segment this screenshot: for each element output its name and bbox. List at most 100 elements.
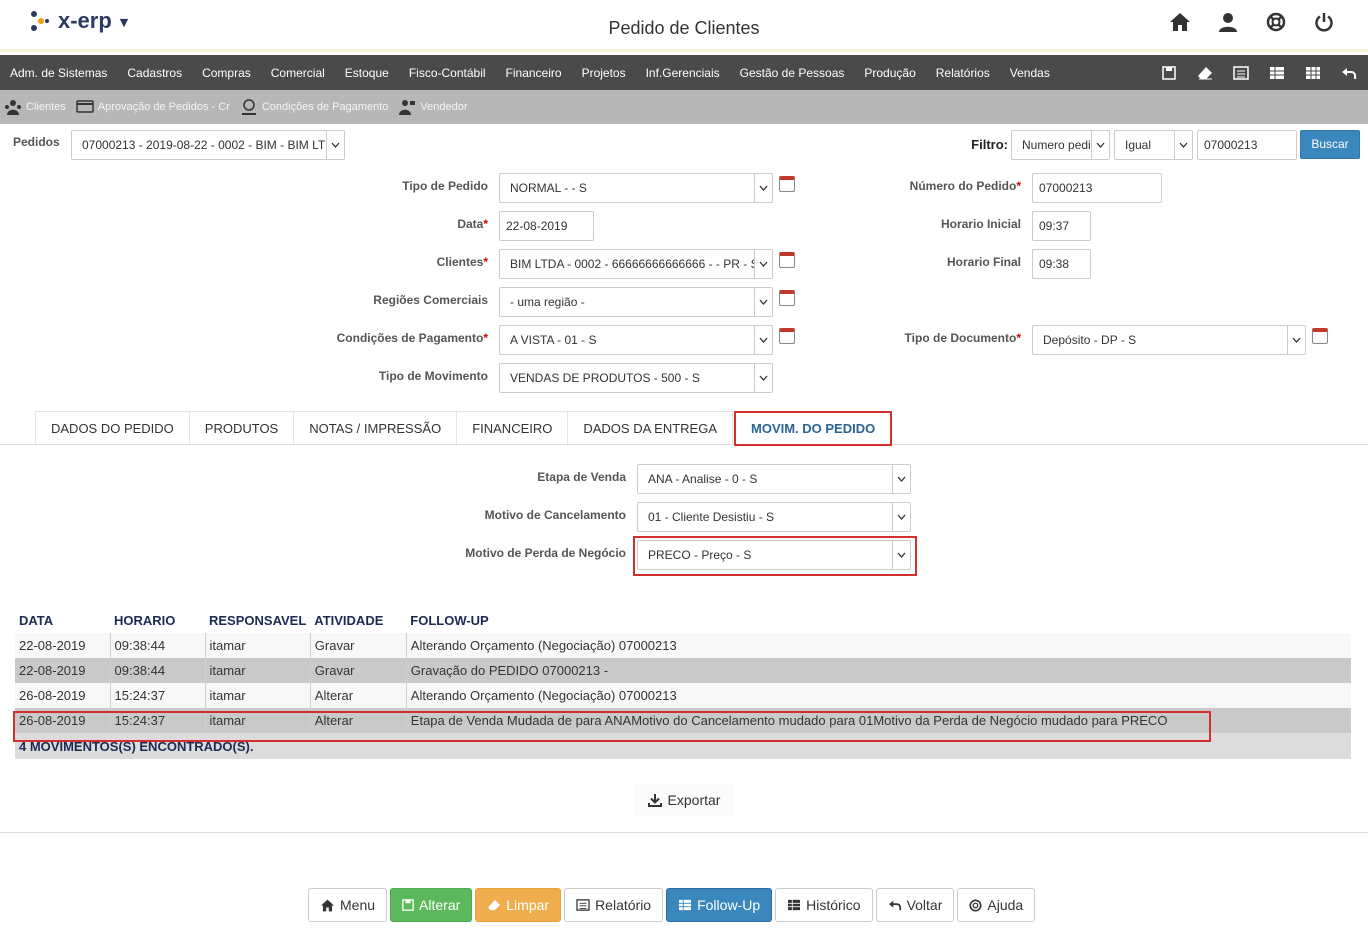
calendar-icon[interactable] bbox=[1312, 328, 1328, 344]
calendar-icon[interactable] bbox=[779, 252, 795, 268]
cell-atividade: Alterar bbox=[310, 683, 407, 708]
clientes-select[interactable]: BIM LTDA - 0002 - 66666666666666 - - PR … bbox=[499, 249, 773, 279]
col-header-data[interactable]: DATA bbox=[15, 607, 110, 633]
download-icon bbox=[647, 794, 662, 807]
table-row[interactable]: 22-08-2019 09:38:44 itamar Gravar Gravaç… bbox=[15, 658, 1351, 683]
alterar-button[interactable]: Alterar bbox=[390, 888, 473, 922]
regioes-select[interactable]: - uma região - bbox=[499, 287, 773, 317]
motivo-perda-select[interactable]: PRECO - Preço - S bbox=[637, 540, 911, 570]
eraser-icon[interactable] bbox=[1194, 63, 1216, 83]
tab-dados-entrega[interactable]: DADOS DA ENTREGA bbox=[567, 411, 733, 444]
ajuda-button[interactable]: Ajuda bbox=[957, 888, 1036, 922]
pedidos-select[interactable]: 07000213 - 2019-08-22 - 0002 - BIM - BIM… bbox=[71, 130, 345, 160]
tab-dados-pedido[interactable]: DADOS DO PEDIDO bbox=[35, 411, 190, 444]
col-header-follow-up[interactable]: FOLLOW-UP bbox=[406, 607, 1351, 633]
tab-financeiro[interactable]: FINANCEIRO bbox=[456, 411, 569, 444]
etapa-venda-select[interactable]: ANA - Analise - 0 - S bbox=[637, 464, 911, 494]
voltar-button[interactable]: Voltar bbox=[875, 888, 955, 922]
filtro-label: Filtro: bbox=[971, 137, 1008, 152]
exportar-button[interactable]: Exportar bbox=[634, 784, 734, 816]
filtro-operator-select[interactable]: Igual bbox=[1114, 130, 1193, 160]
tipo-movimento-select[interactable]: VENDAS DE PRODUTOS - 500 - S bbox=[499, 363, 773, 393]
historico-button[interactable]: Histórico bbox=[775, 888, 873, 922]
card-icon bbox=[76, 100, 94, 113]
tipo-movimento-label: Tipo de Movimento bbox=[378, 369, 488, 383]
highlight-box bbox=[13, 711, 1211, 742]
undo-icon bbox=[888, 900, 901, 911]
tipo-pedido-label: Tipo de Pedido bbox=[402, 179, 488, 193]
horario-inicial-input[interactable]: 09:37 bbox=[1032, 211, 1091, 241]
table-row[interactable]: 26-08-2019 15:24:37 itamar Alterar Alter… bbox=[15, 683, 1351, 708]
menu-item-compras[interactable]: Compras bbox=[192, 66, 261, 80]
shortcut-label: Aprovação de Pedidos - Cr bbox=[97, 101, 230, 113]
filtro-value-input[interactable]: 07000213 bbox=[1197, 130, 1297, 160]
etapa-venda-value: ANA - Analise - 0 - S bbox=[648, 472, 758, 486]
data-input[interactable]: 22-08-2019 bbox=[499, 211, 594, 241]
list-icon[interactable] bbox=[1230, 63, 1252, 83]
menu-item-vendas[interactable]: Vendas bbox=[1000, 66, 1060, 80]
tipo-documento-label: Tipo de Documento* bbox=[904, 331, 1021, 345]
menu-item-producao[interactable]: Produção bbox=[854, 66, 925, 80]
shortcut-bar: Clientes Aprovação de Pedidos - Cr Condi… bbox=[0, 90, 1368, 124]
people-icon bbox=[5, 100, 21, 115]
save-icon[interactable] bbox=[1158, 63, 1180, 83]
home-icon[interactable] bbox=[1166, 10, 1194, 34]
shortcut-condicoes[interactable]: Condições de Pagamento bbox=[240, 99, 388, 115]
menu-item-comercial[interactable]: Comercial bbox=[261, 66, 335, 80]
col-header-horario[interactable]: HORARIO bbox=[110, 607, 205, 633]
tipo-documento-select[interactable]: Depósito - DP - S bbox=[1032, 325, 1306, 355]
shortcut-vendedor[interactable]: Vendedor bbox=[398, 99, 468, 115]
save-icon bbox=[402, 899, 414, 911]
power-icon[interactable] bbox=[1310, 10, 1338, 34]
tab-notas-impressao[interactable]: NOTAS / IMPRESSÃO bbox=[293, 411, 458, 444]
condicoes-select[interactable]: A VISTA - 01 - S bbox=[499, 325, 773, 355]
relatorio-button[interactable]: Relatório bbox=[564, 888, 664, 922]
motivo-cancelamento-select[interactable]: 01 - Cliente Desistiu - S bbox=[637, 502, 911, 532]
calendar-icon[interactable] bbox=[779, 328, 795, 344]
numero-pedido-input[interactable]: 07000213 bbox=[1032, 173, 1162, 203]
tab-produtos[interactable]: PRODUTOS bbox=[188, 411, 295, 444]
tab-movim-pedido[interactable]: MOVIM. DO PEDIDO bbox=[734, 411, 893, 446]
motivo-cancelamento-label: Motivo de Cancelamento bbox=[484, 508, 626, 522]
menu-item-adm[interactable]: Adm. de Sistemas bbox=[0, 66, 117, 80]
calendar-icon[interactable] bbox=[779, 290, 795, 306]
lifebuoy-icon[interactable] bbox=[1262, 10, 1290, 34]
shortcut-aprovacao[interactable]: Aprovação de Pedidos - Cr bbox=[76, 100, 230, 114]
menu-item-gestao-pessoas[interactable]: Gestão de Pessoas bbox=[730, 66, 855, 80]
undo-icon[interactable] bbox=[1338, 63, 1360, 83]
menu-item-projetos[interactable]: Projetos bbox=[572, 66, 636, 80]
button-label: Limpar bbox=[506, 897, 550, 913]
horario-final-input[interactable]: 09:38 bbox=[1032, 249, 1091, 279]
menu-button[interactable]: Menu bbox=[308, 888, 388, 922]
limpar-button[interactable]: Limpar bbox=[475, 888, 562, 922]
page-title: Pedido de Clientes bbox=[608, 18, 760, 38]
shortcut-clientes[interactable]: Clientes bbox=[4, 99, 66, 115]
follow-up-button[interactable]: Follow-Up bbox=[666, 888, 773, 922]
motivo-cancelamento-value: 01 - Cliente Desistiu - S bbox=[648, 510, 775, 524]
menu-item-financeiro[interactable]: Financeiro bbox=[496, 66, 572, 80]
menu-item-inf-gerenciais[interactable]: Inf.Gerenciais bbox=[636, 66, 730, 80]
tipo-pedido-select[interactable]: NORMAL - - S bbox=[499, 173, 773, 203]
top-bar: x-erp ▼ Pedido de Clientes bbox=[0, 0, 1368, 52]
menu-item-estoque[interactable]: Estoque bbox=[335, 66, 399, 80]
col-header-responsavel[interactable]: RESPONSAVEL bbox=[205, 607, 311, 633]
pedidos-value: 07000213 - 2019-08-22 - 0002 - BIM - BIM… bbox=[82, 138, 342, 152]
data-label: Data* bbox=[457, 217, 488, 231]
menu-item-cadastros[interactable]: Cadastros bbox=[117, 66, 192, 80]
calendar-icon[interactable] bbox=[779, 176, 795, 192]
home-icon bbox=[321, 899, 334, 911]
col-header-atividade[interactable]: ATIVIDADE bbox=[310, 607, 407, 633]
grid-icon[interactable] bbox=[1302, 63, 1324, 83]
main-menu: Adm. de Sistemas Cadastros Compras Comer… bbox=[0, 55, 1368, 90]
user-icon[interactable] bbox=[1214, 10, 1242, 34]
cell-horario: 09:38:44 bbox=[110, 658, 206, 683]
menu-item-relatorios[interactable]: Relatórios bbox=[926, 66, 1000, 80]
table-icon[interactable] bbox=[1266, 63, 1288, 83]
shortcut-label: Clientes bbox=[26, 101, 66, 113]
filtro-field-select[interactable]: Numero pedido bbox=[1011, 130, 1110, 160]
payment-icon bbox=[241, 99, 256, 115]
table-row[interactable]: 22-08-2019 09:38:44 itamar Gravar Altera… bbox=[15, 633, 1351, 658]
menu-item-fisco[interactable]: Fisco-Contábil bbox=[399, 66, 496, 80]
motivo-perda-label: Motivo de Perda de Negócio bbox=[465, 546, 626, 560]
buscar-button[interactable]: Buscar bbox=[1300, 130, 1360, 159]
